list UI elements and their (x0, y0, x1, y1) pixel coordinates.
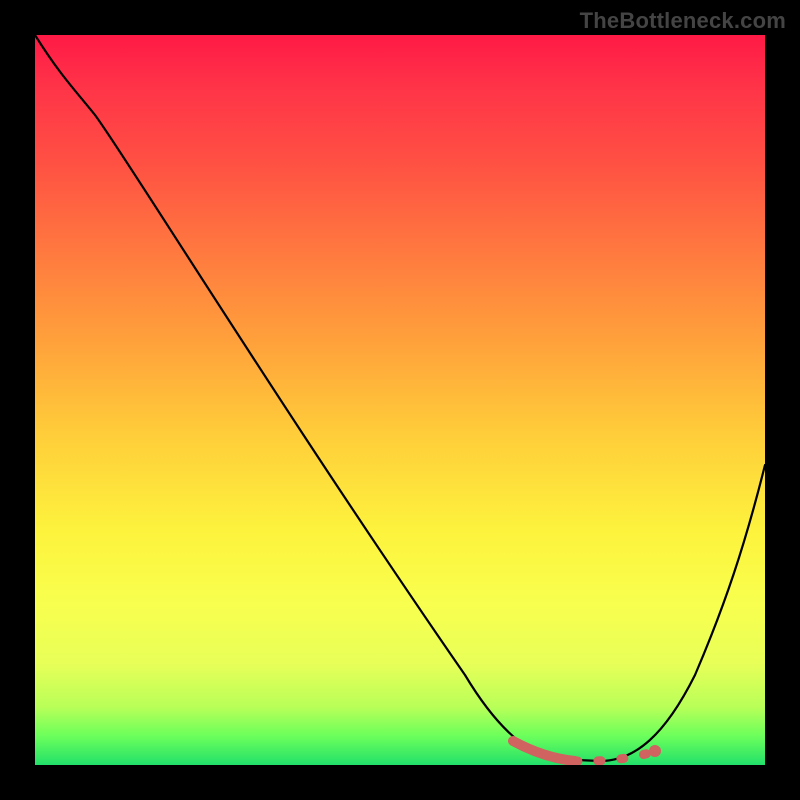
bottleneck-curve (35, 35, 765, 761)
chart-frame: TheBottleneck.com (0, 0, 800, 800)
chart-svg (35, 35, 765, 765)
optimal-range-band (513, 741, 575, 761)
watermark-text: TheBottleneck.com (580, 8, 786, 34)
plot-area (35, 35, 765, 765)
optimal-range-end-dot (649, 745, 661, 757)
